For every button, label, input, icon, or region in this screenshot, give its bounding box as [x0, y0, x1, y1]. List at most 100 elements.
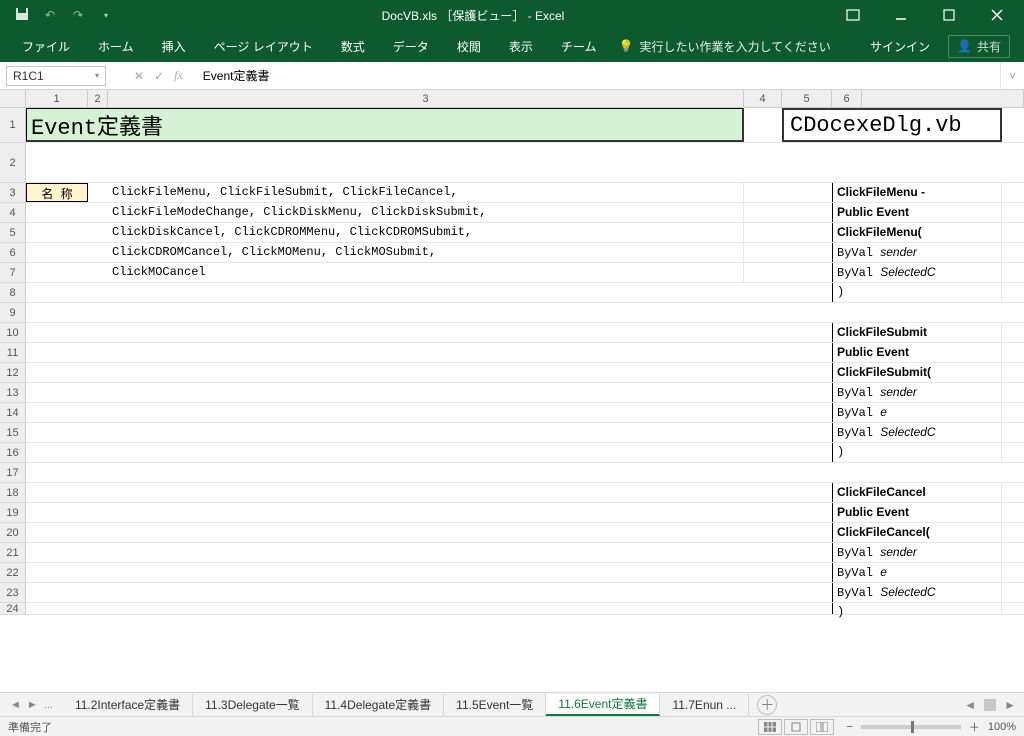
right-code-cell[interactable]: ByVal sender: [832, 543, 1002, 562]
qat-dropdown-icon[interactable]: ▾: [96, 11, 116, 20]
col-header[interactable]: 1: [26, 90, 88, 107]
sheet-tab[interactable]: 11.5Event一覧: [444, 694, 546, 716]
col-header[interactable]: 4: [744, 90, 782, 107]
sheet-tab[interactable]: 11.3Delegate一覧: [193, 694, 313, 716]
row-header[interactable]: 7: [0, 263, 26, 283]
cancel-formula-icon[interactable]: ✕: [134, 69, 144, 83]
right-code-cell[interactable]: ClickFileMenu -: [832, 183, 1002, 202]
ribbon-tab-5[interactable]: データ: [379, 30, 443, 62]
undo-icon[interactable]: ↶: [40, 8, 60, 22]
formula-input[interactable]: [197, 66, 996, 86]
right-code-cell[interactable]: Public Event: [832, 503, 1002, 522]
page-layout-view-button[interactable]: [784, 719, 808, 735]
right-code-cell[interactable]: ClickFileSubmit(: [832, 363, 1002, 382]
new-sheet-button[interactable]: ＋: [757, 695, 777, 715]
normal-view-button[interactable]: [758, 719, 782, 735]
right-code-cell[interactable]: ByVal e: [832, 563, 1002, 582]
enter-formula-icon[interactable]: ✓: [154, 69, 164, 83]
col-header[interactable]: 5: [782, 90, 832, 107]
zoom-slider[interactable]: [861, 725, 961, 729]
file-name-cell[interactable]: CDocexeDlg.vb: [782, 108, 1002, 142]
row-header[interactable]: 14: [0, 403, 26, 423]
row-header[interactable]: 23: [0, 583, 26, 603]
zoom-out-button[interactable]: −: [846, 721, 852, 733]
body-cell[interactable]: ClickDiskCancel, ClickCDROMMenu, ClickCD…: [108, 223, 744, 242]
row-header[interactable]: 13: [0, 383, 26, 403]
right-code-cell[interactable]: Public Event: [832, 203, 1002, 222]
close-icon[interactable]: [974, 0, 1020, 30]
row-header[interactable]: 5: [0, 223, 26, 243]
right-code-cell[interactable]: ByVal SelectedC: [832, 263, 1002, 282]
right-code-cell[interactable]: ): [832, 603, 1002, 614]
share-button[interactable]: 👤共有: [948, 35, 1010, 58]
row-header[interactable]: 12: [0, 363, 26, 383]
sheet-tab[interactable]: 11.2Interface定義書: [63, 694, 193, 716]
row-header[interactable]: 10: [0, 323, 26, 343]
right-code-cell[interactable]: ClickFileCancel: [832, 483, 1002, 502]
row-header[interactable]: 8: [0, 283, 26, 303]
fx-icon[interactable]: fx: [174, 68, 183, 83]
row-header[interactable]: 11: [0, 343, 26, 363]
name-box[interactable]: R1C1 ▾: [6, 66, 106, 86]
title-cell[interactable]: Event定義書: [26, 108, 744, 142]
tab-scroll-left-icon[interactable]: ◄: [10, 699, 21, 711]
formula-expand-icon[interactable]: ˅: [1000, 62, 1024, 89]
row-header[interactable]: 3: [0, 183, 26, 203]
row-header[interactable]: 18: [0, 483, 26, 503]
ribbon-tab-1[interactable]: ホーム: [84, 30, 148, 62]
row-header[interactable]: 24: [0, 603, 26, 615]
right-code-cell[interactable]: ): [832, 443, 1002, 462]
row-header[interactable]: 15: [0, 423, 26, 443]
tab-scroll-right-icon[interactable]: ►: [27, 699, 38, 711]
right-code-cell[interactable]: ByVal e: [832, 403, 1002, 422]
right-code-cell[interactable]: ByVal SelectedC: [832, 423, 1002, 442]
hscroll-thumb[interactable]: [984, 699, 996, 711]
minimize-icon[interactable]: [878, 0, 924, 30]
row-header[interactable]: 6: [0, 243, 26, 263]
sheet-tab[interactable]: 11.6Event定義書: [546, 694, 660, 716]
spreadsheet-grid[interactable]: 123456 123456789101112131415161718192021…: [0, 90, 1024, 690]
row-header[interactable]: 2: [0, 143, 26, 183]
sheet-tab[interactable]: 11.4Delegate定義書: [313, 694, 445, 716]
row-header[interactable]: 16: [0, 443, 26, 463]
tell-me[interactable]: 💡実行したい作業を入力してください: [618, 38, 830, 55]
right-code-cell[interactable]: ByVal sender: [832, 383, 1002, 402]
zoom-in-button[interactable]: ＋: [969, 719, 980, 735]
name-label-cell[interactable]: 名 称: [26, 183, 88, 202]
row-header[interactable]: 17: [0, 463, 26, 483]
right-code-cell[interactable]: ByVal SelectedC: [832, 583, 1002, 602]
ribbon-tab-2[interactable]: 挿入: [148, 30, 200, 62]
sheet-tab[interactable]: 11.7Enun ...: [660, 694, 749, 716]
ribbon-tab-4[interactable]: 数式: [327, 30, 379, 62]
right-code-cell[interactable]: ClickFileCancel(: [832, 523, 1002, 542]
right-code-cell[interactable]: ClickFileMenu(: [832, 223, 1002, 242]
cells-area[interactable]: Event定義書 CDocexeDlg.vb 名 称 ClickFileMenu, C…: [26, 108, 1024, 690]
right-code-cell[interactable]: ClickFileSubmit: [832, 323, 1002, 342]
row-header[interactable]: 22: [0, 563, 26, 583]
ribbon-tab-3[interactable]: ページ レイアウト: [200, 30, 327, 62]
right-code-cell[interactable]: ByVal sender: [832, 243, 1002, 262]
ribbon-tab-7[interactable]: 表示: [495, 30, 547, 62]
chevron-down-icon[interactable]: ▾: [95, 71, 99, 80]
body-cell[interactable]: ClickMOCancel: [108, 263, 744, 282]
signin-link[interactable]: サインイン: [870, 38, 930, 55]
select-all-corner[interactable]: [0, 90, 26, 108]
row-header[interactable]: 4: [0, 203, 26, 223]
col-header[interactable]: 3: [108, 90, 744, 107]
right-code-cell[interactable]: Public Event: [832, 343, 1002, 362]
redo-icon[interactable]: ↷: [68, 8, 88, 22]
body-cell[interactable]: ClickFileModeChange, ClickDiskMenu, Clic…: [108, 203, 744, 222]
row-header[interactable]: 9: [0, 303, 26, 323]
col-header[interactable]: 6: [832, 90, 862, 107]
row-header[interactable]: 1: [0, 108, 26, 143]
row-header[interactable]: 21: [0, 543, 26, 563]
body-cell[interactable]: ClickCDROMCancel, ClickMOMenu, ClickMOSu…: [108, 243, 744, 262]
col-header[interactable]: 2: [88, 90, 108, 107]
right-code-cell[interactable]: ): [832, 283, 1002, 302]
ribbon-tab-0[interactable]: ファイル: [8, 30, 84, 62]
body-cell[interactable]: ClickFileMenu, ClickFileSubmit, ClickFil…: [108, 183, 744, 202]
hscroll-left-icon[interactable]: ◄: [964, 698, 976, 712]
ribbon-tab-8[interactable]: チーム: [547, 30, 611, 62]
maximize-icon[interactable]: [926, 0, 972, 30]
row-header[interactable]: 19: [0, 503, 26, 523]
